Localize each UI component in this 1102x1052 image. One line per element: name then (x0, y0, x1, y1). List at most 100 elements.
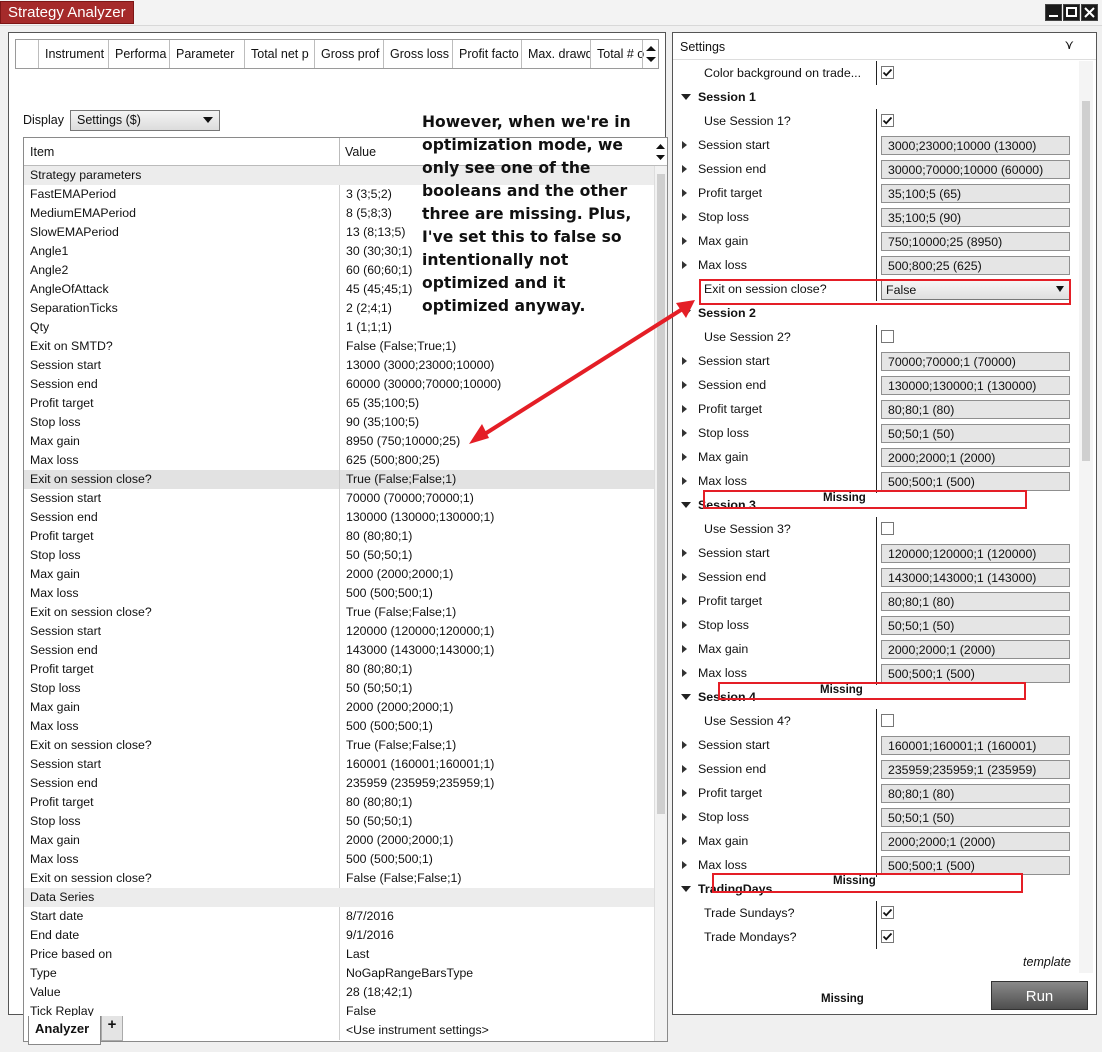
grid-category-row[interactable]: Data Series (24, 888, 654, 907)
grid-row[interactable]: Exit on session close? True (False;False;… (24, 470, 654, 489)
grid-row[interactable]: Max loss 500 (500;500;1) (24, 717, 654, 736)
settings-value-input[interactable]: 500;500;1 (500) (881, 472, 1070, 491)
grid-row[interactable]: Session end 235959 (235959;235959;1) (24, 774, 654, 793)
grid-row[interactable]: Session end 143000 (143000;143000;1) (24, 641, 654, 660)
grid-row[interactable]: Session start 120000 (120000;120000;1) (24, 622, 654, 641)
grid-row[interactable]: Exit on session close? True (False;False;… (24, 603, 654, 622)
collapse-icon[interactable] (681, 502, 691, 508)
grid-row[interactable]: Qty 1 (1;1;1) (24, 318, 654, 337)
grid-row[interactable]: Stop loss 50 (50;50;1) (24, 679, 654, 698)
expand-icon[interactable] (682, 597, 687, 605)
grid-col-value[interactable]: Value (345, 145, 376, 159)
minimize-button[interactable] (1045, 4, 1062, 21)
pin-icon[interactable]: ⋎ (1064, 37, 1074, 53)
grid-row[interactable]: Stop loss 50 (50;50;1) (24, 546, 654, 565)
grid-row[interactable]: Max gain 2000 (2000;2000;1) (24, 831, 654, 850)
grid-row[interactable]: Type NoGapRangeBarsType (24, 964, 654, 983)
settings-value-input[interactable]: 120000;120000;1 (120000) (881, 544, 1070, 563)
grid-row[interactable]: Max loss 500 (500;500;1) (24, 850, 654, 869)
expand-icon[interactable] (682, 741, 687, 749)
column-header[interactable]: Profit facto (452, 40, 521, 68)
expand-icon[interactable] (682, 477, 687, 485)
add-tab-button[interactable]: + (101, 1016, 123, 1041)
maximize-button[interactable] (1063, 4, 1080, 21)
expand-icon[interactable] (682, 141, 687, 149)
scrollbar-thumb[interactable] (657, 174, 665, 814)
settings-value-input[interactable]: 750;10000;25 (8950) (881, 232, 1070, 251)
run-button[interactable]: Run (991, 981, 1088, 1010)
grid-row[interactable]: Profit target 65 (35;100;5) (24, 394, 654, 413)
settings-value-input[interactable]: 500;500;1 (500) (881, 664, 1070, 683)
grid-row[interactable]: Exit on session close? True (False;False;… (24, 736, 654, 755)
grid-row[interactable]: Start date 8/7/2016 (24, 907, 654, 926)
column-header[interactable]: Parameter (169, 40, 244, 68)
grid-row[interactable]: Max gain 2000 (2000;2000;1) (24, 565, 654, 584)
expand-icon[interactable] (682, 429, 687, 437)
column-scroll-icon[interactable] (642, 40, 658, 68)
settings-checkbox[interactable] (881, 522, 894, 535)
settings-value-input[interactable]: 235959;235959;1 (235959) (881, 760, 1070, 779)
expand-icon[interactable] (682, 861, 687, 869)
expand-icon[interactable] (682, 621, 687, 629)
tab-analyzer[interactable]: Analyzer (28, 1016, 101, 1045)
grid-row[interactable]: Session end 60000 (30000;70000;10000) (24, 375, 654, 394)
grid-row[interactable]: Exit on SMTD? False (False;True;1) (24, 337, 654, 356)
grid-row[interactable]: Profit target 80 (80;80;1) (24, 660, 654, 679)
grid-row[interactable]: Value 28 (18;42;1) (24, 983, 654, 1002)
settings-value-input[interactable]: 2000;2000;1 (2000) (881, 640, 1070, 659)
settings-checkbox[interactable] (881, 906, 894, 919)
column-header[interactable]: Gross prof (314, 40, 383, 68)
collapse-icon[interactable] (681, 94, 691, 100)
expand-icon[interactable] (682, 645, 687, 653)
settings-value-input[interactable]: 50;50;1 (50) (881, 808, 1070, 827)
scrollbar-thumb[interactable] (1082, 101, 1090, 461)
expand-icon[interactable] (682, 813, 687, 821)
settings-value-input[interactable]: 35;100;5 (65) (881, 184, 1070, 203)
column-header[interactable]: Gross loss (383, 40, 452, 68)
grid-row[interactable]: Exit on session close? False (False;False… (24, 869, 654, 888)
expand-icon[interactable] (682, 573, 687, 581)
settings-value-input[interactable]: 130000;130000;1 (130000) (881, 376, 1070, 395)
expand-icon[interactable] (682, 765, 687, 773)
expand-icon[interactable] (682, 261, 687, 269)
collapse-icon[interactable] (681, 310, 691, 316)
grid-row[interactable]: Max gain 2000 (2000;2000;1) (24, 698, 654, 717)
settings-value-input[interactable]: 35;100;5 (90) (881, 208, 1070, 227)
expand-icon[interactable] (682, 453, 687, 461)
expand-icon[interactable] (682, 381, 687, 389)
settings-checkbox[interactable] (881, 66, 894, 79)
settings-checkbox[interactable] (881, 714, 894, 727)
grid-row[interactable]: Stop loss 90 (35;100;5) (24, 413, 654, 432)
expand-icon[interactable] (682, 549, 687, 557)
grid-col-item[interactable]: Item (30, 145, 54, 159)
settings-value-input[interactable]: 30000;70000;10000 (60000) (881, 160, 1070, 179)
collapse-icon[interactable] (681, 886, 691, 892)
expand-icon[interactable] (682, 165, 687, 173)
settings-value-input[interactable]: 2000;2000;1 (2000) (881, 832, 1070, 851)
settings-checkbox[interactable] (881, 114, 894, 127)
expand-icon[interactable] (682, 237, 687, 245)
grid-row[interactable]: Session start 70000 (70000;70000;1) (24, 489, 654, 508)
expand-icon[interactable] (682, 357, 687, 365)
column-header[interactable]: Instrument (38, 40, 108, 68)
settings-group-header[interactable]: Session 1 (673, 85, 1081, 109)
grid-row[interactable]: Price based on Last (24, 945, 654, 964)
settings-checkbox[interactable] (881, 330, 894, 343)
grid-row[interactable]: End date 9/1/2016 (24, 926, 654, 945)
grid-row[interactable]: Stop loss 50 (50;50;1) (24, 812, 654, 831)
settings-value-input[interactable]: 80;80;1 (80) (881, 592, 1070, 611)
settings-value-input[interactable]: 50;50;1 (50) (881, 424, 1070, 443)
settings-value-input[interactable]: 2000;2000;1 (2000) (881, 448, 1070, 467)
expand-icon[interactable] (682, 213, 687, 221)
grid-row[interactable]: Session end 130000 (130000;130000;1) (24, 508, 654, 527)
grid-row[interactable]: Profit target 80 (80;80;1) (24, 527, 654, 546)
grid-row[interactable]: Max gain 8950 (750;10000;25) (24, 432, 654, 451)
settings-value-input[interactable]: 160001;160001;1 (160001) (881, 736, 1070, 755)
grid-scrollbar[interactable] (654, 166, 667, 1041)
settings-value-input[interactable]: 80;80;1 (80) (881, 400, 1070, 419)
grid-row[interactable]: Profit target 80 (80;80;1) (24, 793, 654, 812)
expand-icon[interactable] (682, 405, 687, 413)
close-button[interactable] (1081, 4, 1098, 21)
collapse-icon[interactable] (681, 694, 691, 700)
settings-scrollbar[interactable] (1079, 61, 1093, 973)
